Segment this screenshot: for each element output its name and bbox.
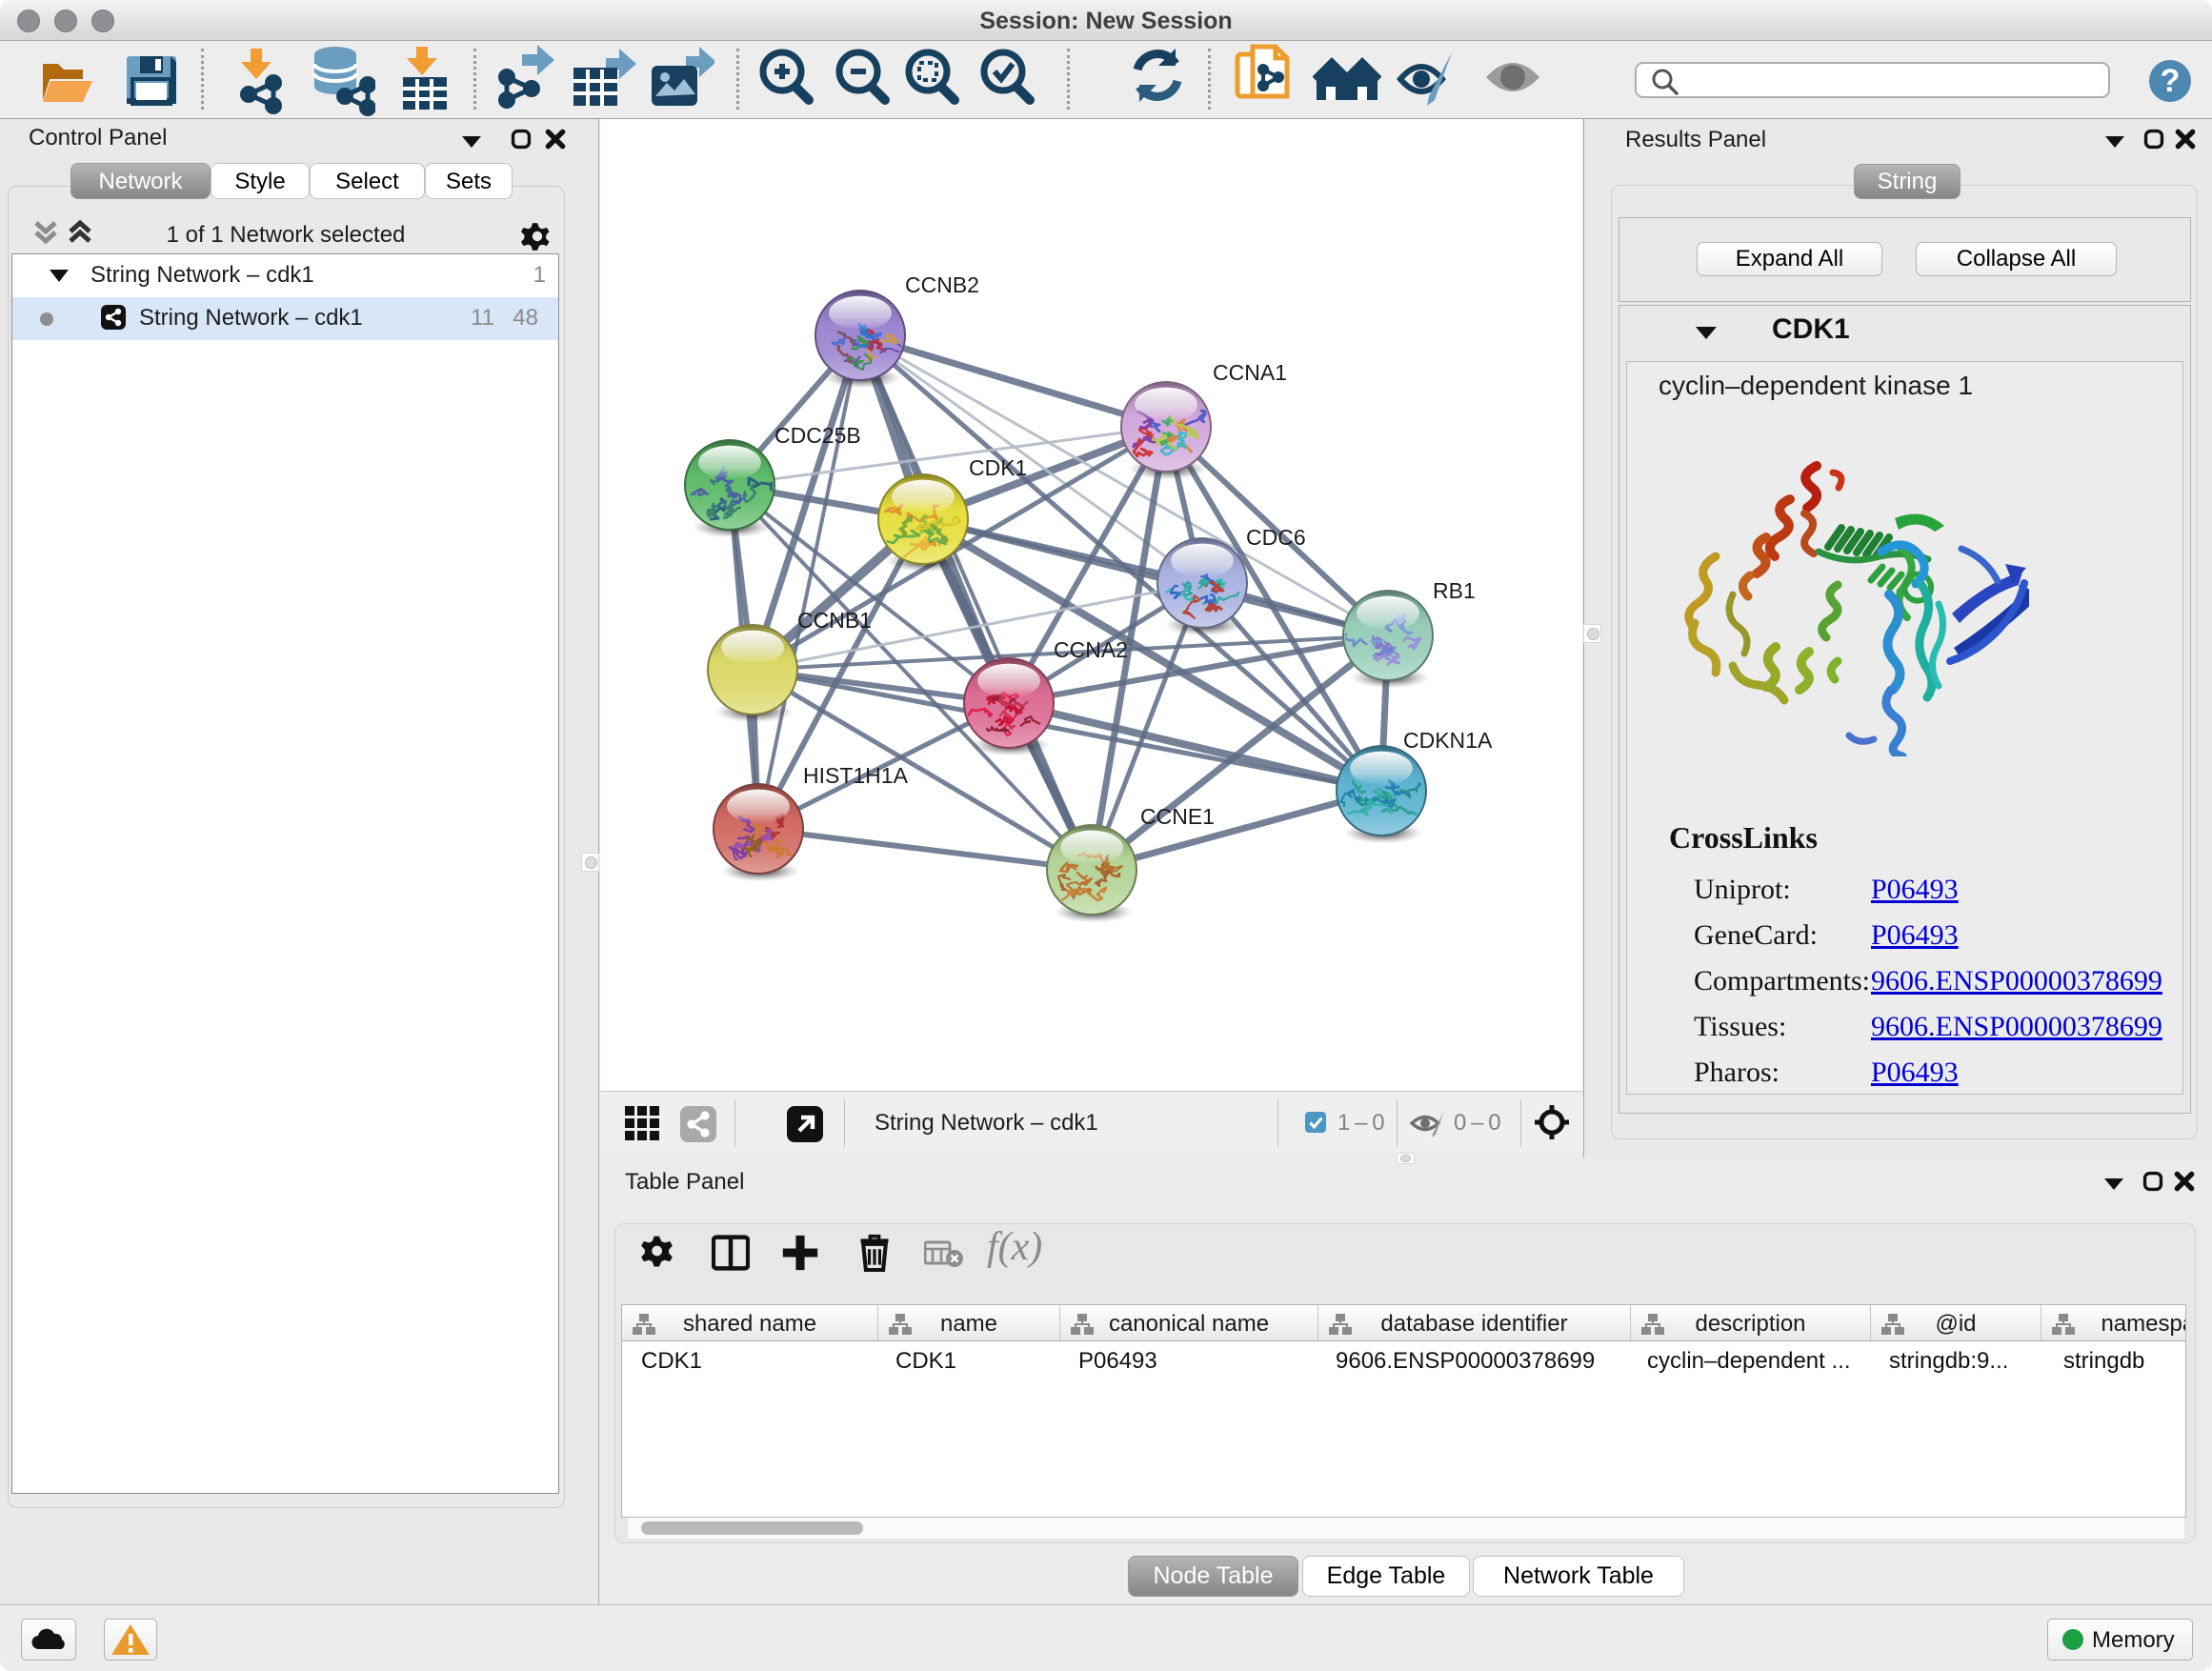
svg-text:CCNB2: CCNB2 bbox=[905, 272, 979, 297]
svg-text:CDC25B: CDC25B bbox=[774, 423, 861, 448]
svg-text:CCNE1: CCNE1 bbox=[1140, 804, 1215, 829]
svg-text:CDK1: CDK1 bbox=[969, 455, 1027, 480]
svg-text:HIST1H1A: HIST1H1A bbox=[803, 763, 909, 788]
svg-text:CDC6: CDC6 bbox=[1246, 525, 1306, 550]
svg-text:CCNA1: CCNA1 bbox=[1213, 360, 1287, 385]
svg-text:CDKN1A: CDKN1A bbox=[1403, 728, 1493, 753]
svg-text:RB1: RB1 bbox=[1433, 578, 1476, 603]
svg-text:CCNA2: CCNA2 bbox=[1054, 637, 1128, 662]
svg-text:CCNB1: CCNB1 bbox=[797, 608, 872, 633]
